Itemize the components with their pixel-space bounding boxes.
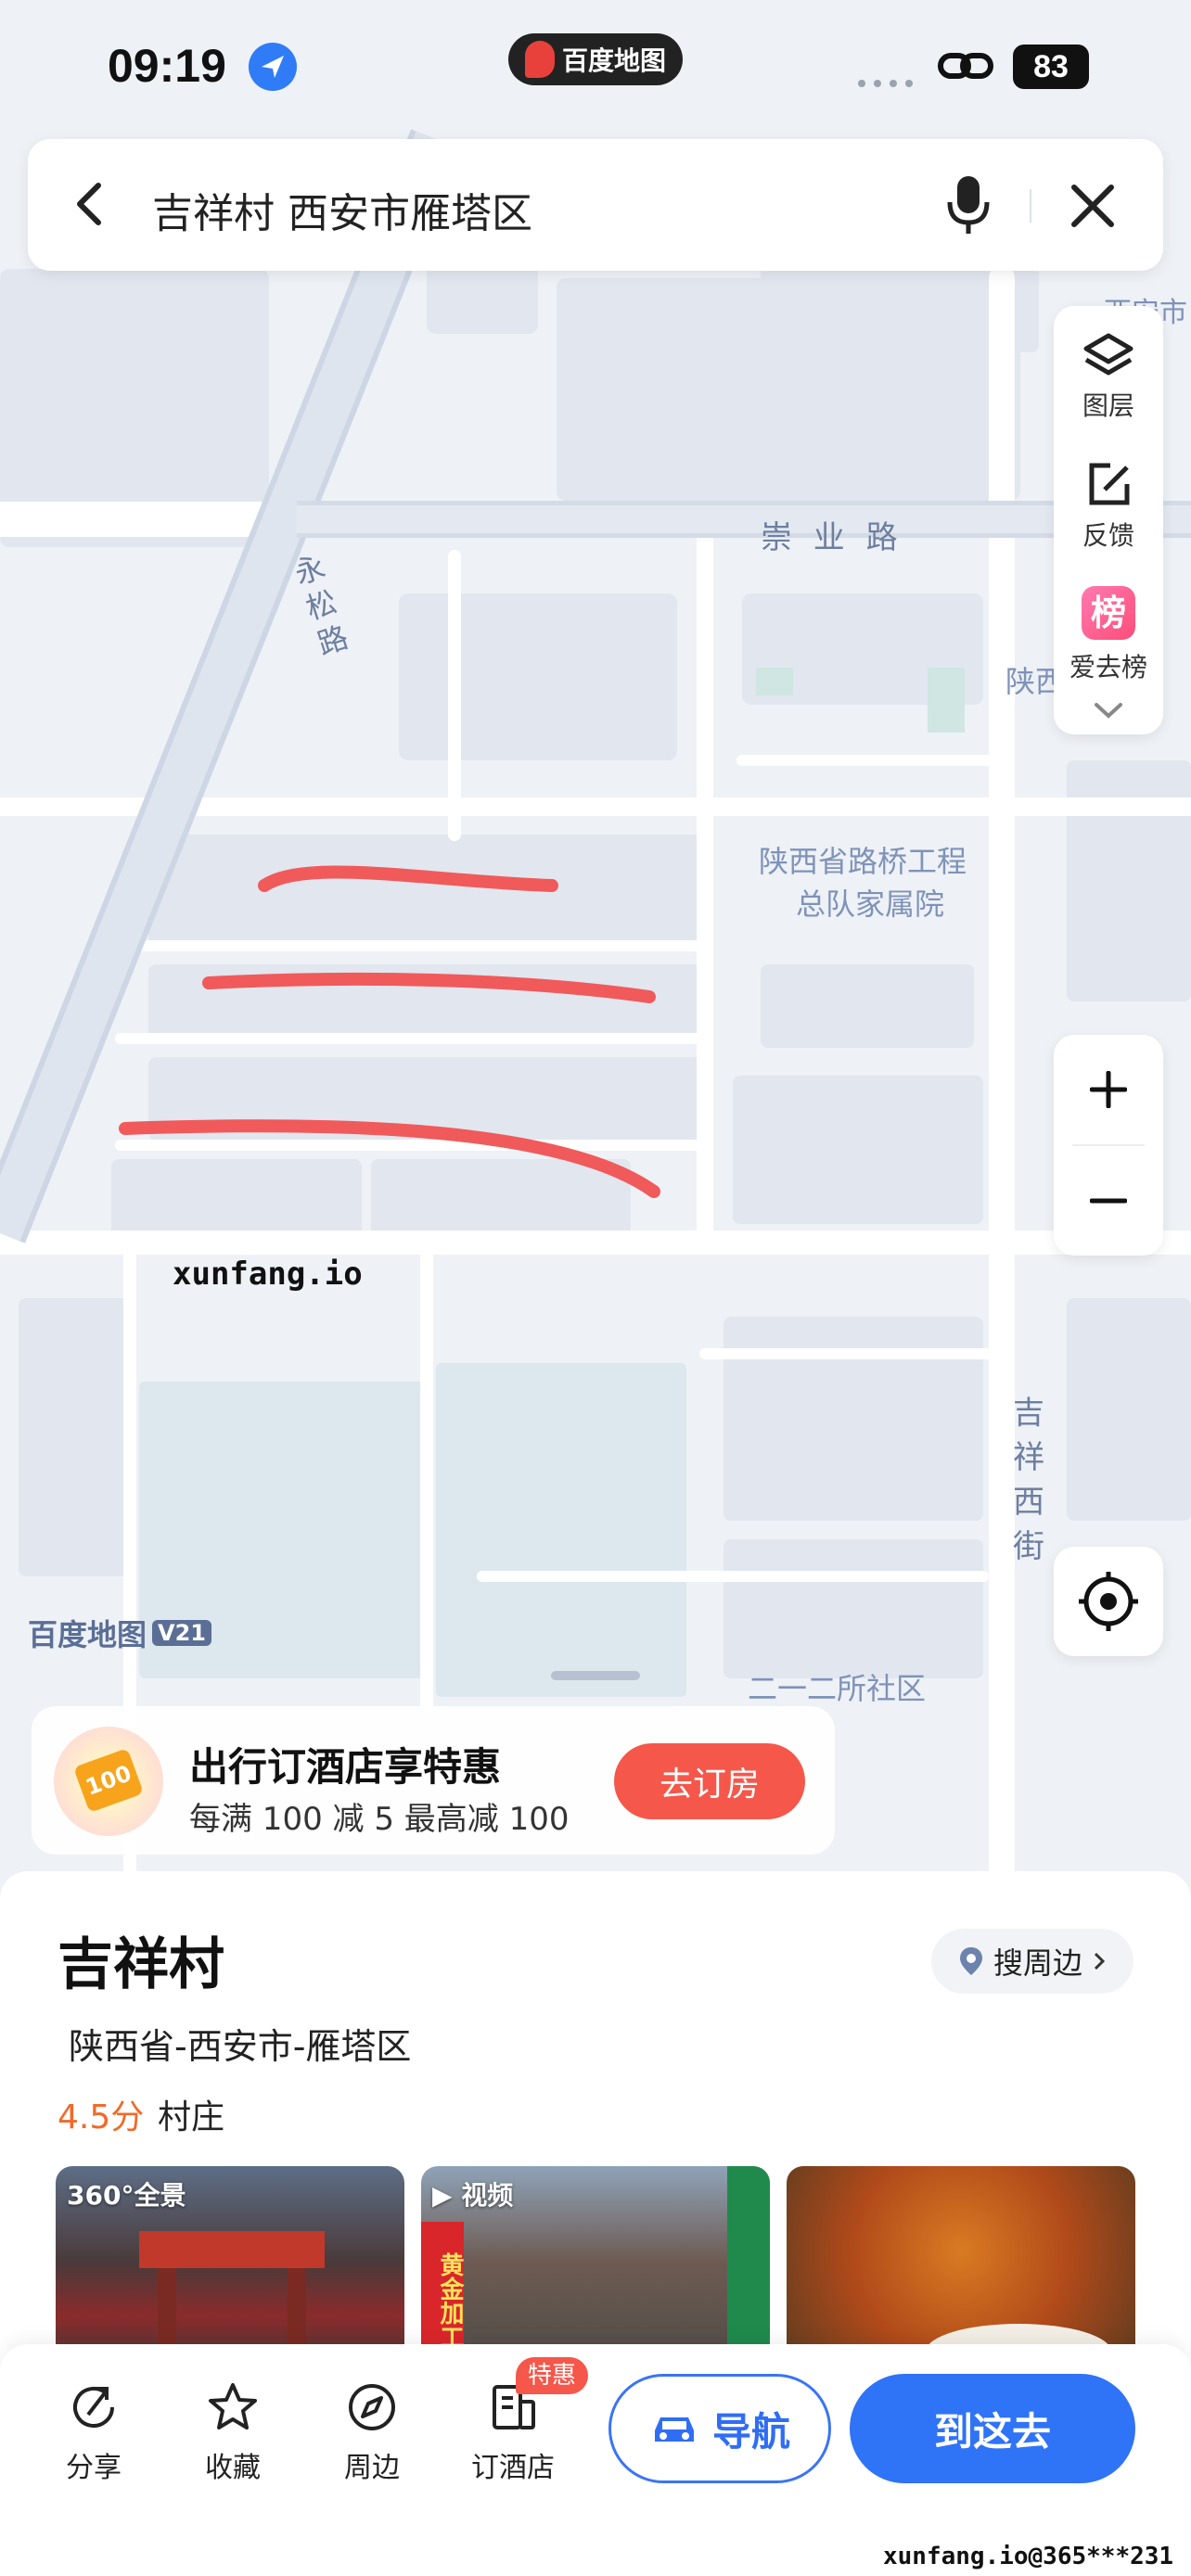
place-address: 陕西省-西安市-雁塔区: [69, 2026, 412, 2067]
map-brand-name: 百度地图: [28, 1617, 147, 1652]
layers-icon: [1083, 333, 1133, 376]
coupon-icon: 100: [54, 1727, 163, 1836]
promo-subtitle: 每满 100 减 5 最高减 100: [189, 1801, 570, 1838]
car-icon: [654, 2417, 694, 2442]
layers-label: 图层: [1082, 390, 1134, 421]
play-icon: ▶: [432, 2180, 462, 2211]
close-icon[interactable]: [1067, 180, 1119, 232]
gate-shape: [139, 2231, 325, 2268]
star-icon: [209, 2383, 257, 2429]
poi-label-bridge-line2[interactable]: 总队家属院: [796, 881, 944, 924]
status-time: 09:19: [108, 40, 226, 92]
place-category: 村庄: [158, 2098, 225, 2136]
microphone-icon[interactable]: [942, 172, 994, 237]
plus-icon: [1090, 1071, 1127, 1108]
map-canvas[interactable]: 崇 业 路 永 松 路 吉 祥 西 街 陕西省路桥工程 总队家属院 二一二所社区…: [0, 0, 1191, 1882]
map-brand-version: V21: [152, 1620, 211, 1646]
poi-label-bridge-line1[interactable]: 陕西省路桥工程: [759, 838, 967, 881]
coupon-value: 100: [72, 1747, 145, 1814]
zoom-controls: [1054, 1035, 1163, 1256]
search-divider: [1030, 189, 1031, 223]
pin-icon: [959, 1947, 982, 1975]
favorite-button[interactable]: 收藏: [182, 2381, 284, 2485]
navigate-button[interactable]: 导航: [608, 2374, 831, 2483]
road-label-char: 街: [1013, 1528, 1044, 1565]
book-hotel-button[interactable]: 去订房: [614, 1743, 805, 1819]
nearby-button[interactable]: 周边: [321, 2381, 423, 2485]
chevron-down-icon[interactable]: [1091, 699, 1126, 721]
map-graphics: [0, 129, 1191, 1882]
minus-icon: [1090, 1198, 1127, 1204]
zoom-in-button[interactable]: [1054, 1035, 1163, 1144]
navigate-label: 导航: [711, 2408, 790, 2455]
favorite-label: 收藏: [205, 2452, 261, 2484]
go-here-button[interactable]: 到这去: [850, 2374, 1135, 2483]
zoom-out-button[interactable]: [1054, 1146, 1163, 1256]
compass-icon: [349, 2384, 395, 2430]
video-badge: ▶ 视频: [432, 2175, 513, 2213]
footer-watermark: xunfang.io@365***231: [883, 2543, 1174, 2570]
app-indicator: 百度地图: [508, 33, 683, 85]
road-label-chongye: 崇 业 路: [761, 519, 903, 556]
special-offer-badge: 特惠: [516, 2357, 588, 2394]
road-label-jixiang-west: 吉 祥 西 街: [1013, 1391, 1044, 1569]
ranking-icon: 榜: [1082, 586, 1135, 640]
layers-button[interactable]: 图层: [1054, 325, 1163, 436]
ranking-label: 爱去榜: [1069, 652, 1147, 682]
place-name: 吉祥村: [58, 1932, 224, 1997]
share-button[interactable]: 分享: [43, 2381, 145, 2485]
search-query[interactable]: 吉祥村 西安市雁塔区: [152, 180, 532, 239]
road-label-char: 吉: [1013, 1395, 1044, 1432]
locate-me-button[interactable]: [1054, 1547, 1163, 1656]
video-badge-label: 视频: [461, 2180, 514, 2211]
book-hotel-label: 订酒店: [471, 2452, 555, 2484]
location-arrow-icon: [249, 43, 297, 91]
chevron-right-icon: [1094, 1952, 1106, 1970]
ranking-button[interactable]: 榜 爱去榜: [1054, 584, 1163, 695]
nearby-label: 周边: [344, 2452, 400, 2484]
watermark-text: xunfang.io: [173, 1256, 363, 1293]
promo-title: 出行订酒店享特惠: [189, 1744, 502, 1790]
map-side-toolbar: 图层 反馈 榜 爱去榜: [1054, 306, 1163, 734]
road-label-char: 祥: [1013, 1439, 1044, 1476]
book-hotel-action[interactable]: 订酒店: [462, 2381, 564, 2485]
road-label-char: 西: [1013, 1484, 1044, 1521]
search-nearby-button[interactable]: 搜周边: [931, 1929, 1133, 1994]
feedback-button[interactable]: 反馈: [1054, 454, 1163, 566]
back-icon[interactable]: [67, 176, 113, 232]
share-icon: [73, 2387, 114, 2428]
poi-label-community-212[interactable]: 二一二所社区: [748, 1665, 926, 1708]
panorama-badge: 360°全景: [67, 2180, 186, 2211]
app-indicator-label: 百度地图: [561, 45, 666, 76]
baidu-maps-logo-icon: [524, 41, 555, 78]
feedback-icon: [1089, 463, 1130, 505]
feedback-label: 反馈: [1082, 520, 1134, 551]
map-brand: 百度地图 V21: [28, 1612, 211, 1654]
sheet-drag-handle[interactable]: [551, 1671, 640, 1680]
place-rating: 4.5分: [58, 2098, 145, 2136]
signal-dots-icon: [857, 74, 922, 87]
search-nearby-label: 搜周边: [992, 1945, 1082, 1981]
battery-indicator: 83: [1013, 45, 1089, 89]
crosshair-icon: [1079, 1572, 1138, 1631]
share-label: 分享: [66, 2452, 122, 2484]
link-icon: [937, 48, 994, 85]
